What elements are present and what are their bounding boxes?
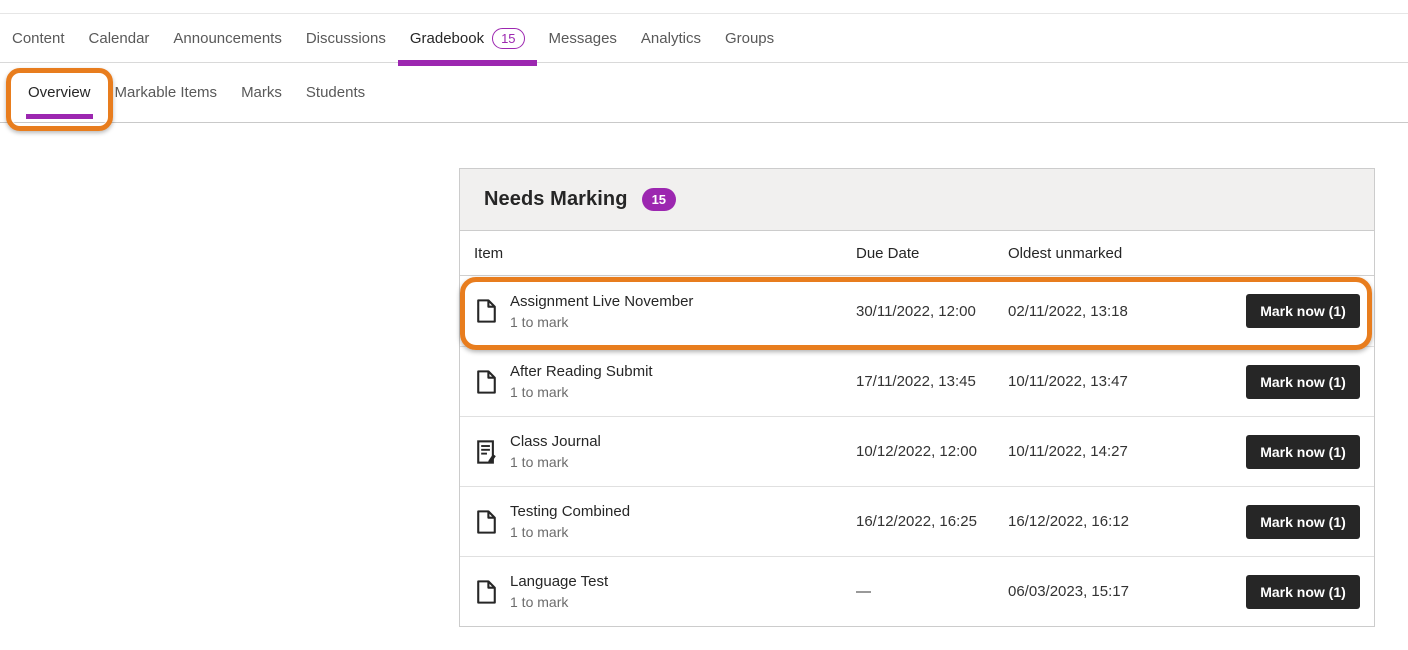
panel-title: Needs Marking [484,188,628,211]
oldest-unmarked-value: 06/03/2023, 15:17 [1008,583,1245,600]
item-title[interactable]: Assignment Live November [510,293,693,310]
top-nav-item-label: Content [12,30,65,47]
needs-marking-panel: Needs Marking 15 Item Due Date Oldest un… [459,168,1375,627]
top-nav-item-calendar[interactable]: Calendar [77,14,162,62]
needs-marking-table-body: Assignment Live November 1 to mark 30/11/2… [460,276,1374,626]
document-icon [477,580,496,604]
item-to-mark-count: 1 to mark [510,524,630,540]
top-nav-item-label: Discussions [306,30,386,47]
table-row[interactable]: Testing Combined 1 to mark 16/12/2022, 16:… [460,486,1374,556]
top-nav-item-analytics[interactable]: Analytics [629,14,713,62]
item-title[interactable]: After Reading Submit [510,363,653,380]
column-header-oldest-unmarked: Oldest unmarked [1008,245,1245,262]
action-cell: Mark now (1) [1246,294,1360,328]
mark-now-button[interactable]: Mark now (1) [1246,365,1360,399]
sub-nav-item-label: Overview [28,84,91,101]
top-nav-item-groups[interactable]: Groups [713,14,786,62]
sub-nav-item-label: Marks [241,84,282,101]
table-row[interactable]: Assignment Live November 1 to mark 30/11/2… [460,276,1374,346]
item-to-mark-count: 1 to mark [510,314,693,330]
sub-nav-item-overview[interactable]: Overview [16,63,103,122]
document-icon [477,370,496,394]
top-nav-item-label: Gradebook [410,30,484,47]
table-row[interactable]: Language Test 1 to mark —06/03/2023, 15:17… [460,556,1374,626]
mark-now-button[interactable]: Mark now (1) [1246,575,1360,609]
document-icon [477,299,496,323]
item-cell: Testing Combined 1 to mark [474,503,856,540]
top-nav-item-label: Messages [549,30,617,47]
column-header-item: Item [474,245,856,262]
item-cell: Class Journal 1 to mark [474,433,856,470]
sub-nav-item-students[interactable]: Students [294,63,377,122]
item-to-mark-count: 1 to mark [510,594,608,610]
top-nav-item-label: Announcements [173,30,281,47]
sub-nav-item-marks[interactable]: Marks [229,63,294,122]
action-cell: Mark now (1) [1246,575,1360,609]
mark-now-button[interactable]: Mark now (1) [1246,505,1360,539]
column-header-due-date: Due Date [856,245,1008,262]
mark-now-button[interactable]: Mark now (1) [1246,294,1360,328]
item-title[interactable]: Class Journal [510,433,601,450]
needs-marking-header: Needs Marking 15 [460,169,1374,231]
item-title[interactable]: Testing Combined [510,503,630,520]
top-nav-item-messages[interactable]: Messages [537,14,629,62]
mark-now-button[interactable]: Mark now (1) [1246,435,1360,469]
sub-nav-item-label: Markable Items [115,84,218,101]
top-nav-item-discussions[interactable]: Discussions [294,14,398,62]
item-cell: Language Test 1 to mark [474,573,856,610]
top-nav-item-gradebook[interactable]: Gradebook 15 [398,14,537,62]
top-nav-item-label: Groups [725,30,774,47]
journal-icon [477,440,496,464]
sub-nav-item-markable-items[interactable]: Markable Items [103,63,230,122]
item-to-mark-count: 1 to mark [510,454,601,470]
oldest-unmarked-value: 10/11/2022, 13:47 [1008,373,1245,390]
item-title[interactable]: Language Test [510,573,608,590]
course-top-nav: Content Calendar Announcements Discussions G… [0,13,1408,63]
table-row[interactable]: Class Journal 1 to mark 10/12/2022, 12:001… [460,416,1374,486]
gradebook-sub-nav: Overview Markable Items Marks Students [0,63,1408,123]
oldest-unmarked-value: 10/11/2022, 14:27 [1008,443,1245,460]
table-row[interactable]: After Reading Submit 1 to mark 17/11/2022,… [460,346,1374,416]
sub-nav-item-label: Students [306,84,365,101]
action-cell: Mark now (1) [1246,505,1360,539]
action-cell: Mark now (1) [1246,435,1360,469]
gradebook-count-pill: 15 [492,28,524,49]
item-to-mark-count: 1 to mark [510,384,653,400]
due-date-value: 16/12/2022, 16:25 [856,513,1008,530]
due-date-value: 17/11/2022, 13:45 [856,373,1008,390]
top-nav-item-label: Analytics [641,30,701,47]
item-cell: After Reading Submit 1 to mark [474,363,856,400]
item-cell: Assignment Live November 1 to mark [474,293,856,330]
document-icon [477,510,496,534]
due-date-value: 30/11/2022, 12:00 [856,303,1008,320]
due-date-value: — [856,583,1008,600]
due-date-value: 10/12/2022, 12:00 [856,443,1008,460]
needs-marking-count-badge: 15 [642,188,676,211]
top-nav-item-content[interactable]: Content [12,14,77,62]
top-nav-item-label: Calendar [89,30,150,47]
gradebook-sub-nav-list: Overview Markable Items Marks Students [0,63,1408,122]
top-nav-item-announcements[interactable]: Announcements [161,14,293,62]
table-header-row: Item Due Date Oldest unmarked [460,231,1374,276]
course-top-nav-list: Content Calendar Announcements Discussions G… [0,14,1408,62]
oldest-unmarked-value: 02/11/2022, 13:18 [1008,303,1245,320]
action-cell: Mark now (1) [1246,365,1360,399]
oldest-unmarked-value: 16/12/2022, 16:12 [1008,513,1245,530]
